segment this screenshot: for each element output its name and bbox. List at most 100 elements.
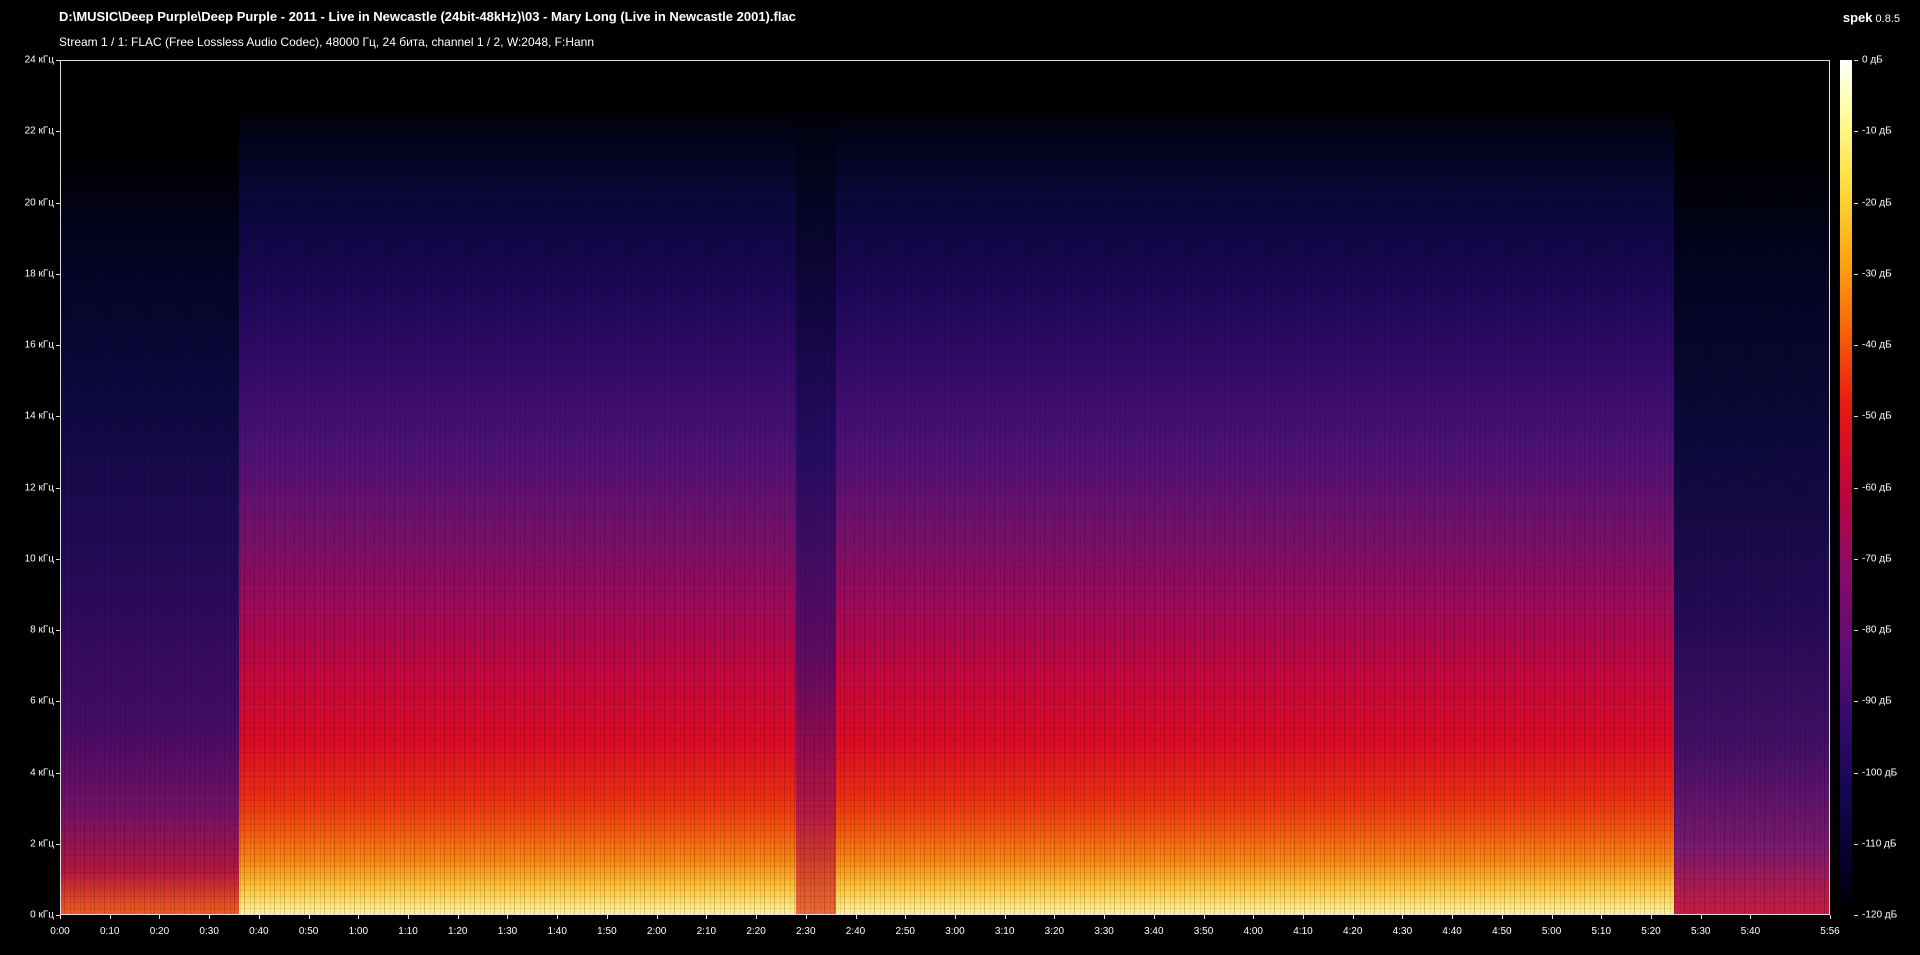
stream-info: Stream 1 / 1: FLAC (Free Lossless Audio … xyxy=(59,35,595,49)
level-tick-label: -110 дБ xyxy=(1862,838,1897,850)
level-tick-label: 0 дБ xyxy=(1862,54,1883,66)
level-tick-mark xyxy=(1854,843,1858,845)
level-tick-mark xyxy=(1854,60,1858,61)
level-tick-label: -70 дБ xyxy=(1862,553,1892,565)
time-tick-label: 5:10 xyxy=(1591,926,1612,937)
frequency-tick-label: 22 кГц xyxy=(24,125,54,137)
level-tick-label: -50 дБ xyxy=(1862,410,1892,422)
time-tick-mark xyxy=(855,915,857,919)
time-tick-label: 3:40 xyxy=(1144,926,1164,937)
time-tick-label: 2:30 xyxy=(796,926,816,937)
level-tick-label: -60 дБ xyxy=(1862,482,1892,493)
time-tick-mark xyxy=(1501,915,1503,919)
level-tick-label: -20 дБ xyxy=(1862,197,1892,208)
frequency-tick-mark xyxy=(56,131,60,133)
frequency-tick-label: 24 кГц xyxy=(24,54,54,66)
time-tick-mark xyxy=(507,915,509,919)
time-tick-label: 0:20 xyxy=(149,926,170,937)
spectrogram-cutoff-band xyxy=(61,61,1829,113)
app-name: spek xyxy=(1842,10,1873,25)
time-tick-mark xyxy=(1551,915,1553,919)
frequency-tick-mark xyxy=(56,487,60,489)
frequency-tick-label: 14 кГц xyxy=(24,410,54,422)
frequency-tick-mark xyxy=(56,345,60,346)
time-tick-mark xyxy=(1054,915,1056,919)
level-tick-label: -100 дБ xyxy=(1862,767,1898,778)
time-tick-label: 5:56 xyxy=(1820,926,1840,937)
time-tick-label: 0:50 xyxy=(298,926,319,937)
time-tick-label: 0:00 xyxy=(50,926,70,937)
level-tick-mark xyxy=(1854,345,1858,346)
time-tick-label: 1:50 xyxy=(597,926,617,937)
time-tick-mark xyxy=(1302,915,1304,919)
frequency-tick-label: 20 кГц xyxy=(24,197,54,208)
time-tick-mark xyxy=(1203,915,1205,919)
level-tick-mark xyxy=(1854,273,1858,275)
time-tick-label: 3:50 xyxy=(1193,926,1214,937)
level-tick-mark xyxy=(1854,416,1858,418)
time-tick-label: 1:30 xyxy=(497,926,518,937)
time-tick-mark xyxy=(557,915,559,919)
frequency-tick-label: 8 кГц xyxy=(30,624,54,636)
level-tick-label: -120 дБ xyxy=(1862,909,1898,921)
time-tick-label: 0:40 xyxy=(249,926,269,937)
spectrogram[interactable] xyxy=(60,60,1830,915)
time-tick-mark xyxy=(756,915,758,919)
level-tick-label: -90 дБ xyxy=(1862,695,1892,707)
frequency-tick-label: 10 кГц xyxy=(24,553,54,565)
time-tick-label: 4:30 xyxy=(1392,926,1413,937)
frequency-tick-label: 6 кГц xyxy=(30,695,54,707)
spectrogram-harmonics xyxy=(61,113,1829,914)
time-tick-label: 4:20 xyxy=(1342,926,1363,937)
time-tick-label: 1:00 xyxy=(348,926,369,937)
time-tick-mark xyxy=(60,915,61,919)
time-tick-mark xyxy=(308,915,310,919)
app-brand: spek 0.8.5 xyxy=(1843,9,1900,27)
time-tick-mark xyxy=(905,915,907,919)
time-tick-mark xyxy=(1104,915,1106,919)
time-tick-mark xyxy=(1700,915,1702,919)
time-tick-mark xyxy=(1651,915,1652,919)
time-tick-mark xyxy=(1352,915,1354,919)
time-tick-mark xyxy=(1153,915,1155,919)
level-tick-label: -10 дБ xyxy=(1862,125,1892,137)
frequency-tick-mark xyxy=(56,416,60,418)
time-tick-mark xyxy=(656,915,658,919)
time-tick-label: 4:40 xyxy=(1442,926,1462,937)
frequency-tick-mark xyxy=(56,273,60,275)
time-tick-label: 5:20 xyxy=(1641,926,1661,937)
frequency-tick-label: 12 кГц xyxy=(24,482,54,493)
time-tick-mark xyxy=(954,915,956,919)
time-tick-mark xyxy=(258,915,260,919)
time-tick-label: 4:00 xyxy=(1243,926,1263,937)
time-tick-mark xyxy=(159,915,161,919)
time-tick-mark xyxy=(457,915,459,919)
level-tick-mark xyxy=(1854,701,1858,703)
time-tick-mark xyxy=(805,915,807,919)
frequency-tick-mark xyxy=(56,60,60,61)
frequency-tick-mark xyxy=(56,701,60,703)
time-tick-label: 2:50 xyxy=(895,926,915,937)
frequency-tick-label: 18 кГц xyxy=(24,268,54,280)
time-tick-label: 3:20 xyxy=(1044,926,1065,937)
time-tick-mark xyxy=(1452,915,1454,919)
time-tick-mark xyxy=(1750,915,1752,919)
time-tick-label: 5:30 xyxy=(1690,926,1711,937)
level-tick-mark xyxy=(1854,131,1858,133)
time-tick-label: 3:00 xyxy=(945,926,965,937)
level-colorbar xyxy=(1840,60,1852,915)
level-tick-mark xyxy=(1854,630,1858,631)
level-tick-label: -80 дБ xyxy=(1862,624,1892,636)
time-tick-mark xyxy=(706,915,708,919)
level-tick-mark xyxy=(1854,558,1858,560)
time-tick-label: 0:30 xyxy=(199,926,219,937)
frequency-tick-mark xyxy=(56,843,60,845)
time-tick-mark xyxy=(1601,915,1603,919)
level-tick-mark xyxy=(1854,487,1858,489)
time-tick-label: 2:40 xyxy=(845,926,866,937)
time-tick-label: 4:50 xyxy=(1492,926,1512,937)
time-tick-label: 3:30 xyxy=(1094,926,1114,937)
time-tick-mark xyxy=(1402,915,1404,919)
time-tick-label: 5:00 xyxy=(1541,926,1562,937)
level-tick-mark xyxy=(1854,202,1858,204)
